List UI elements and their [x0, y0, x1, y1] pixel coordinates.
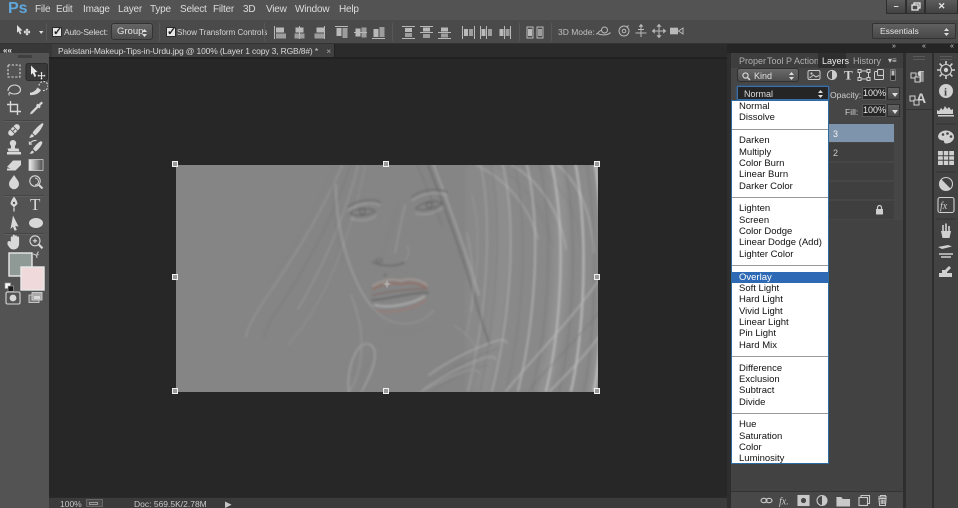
- svg-text:fx: fx: [940, 201, 948, 212]
- svg-text:fx.: fx.: [779, 497, 789, 508]
- svg-text:T: T: [844, 68, 853, 82]
- svg-text:T: T: [30, 195, 41, 214]
- svg-text:i: i: [944, 87, 947, 99]
